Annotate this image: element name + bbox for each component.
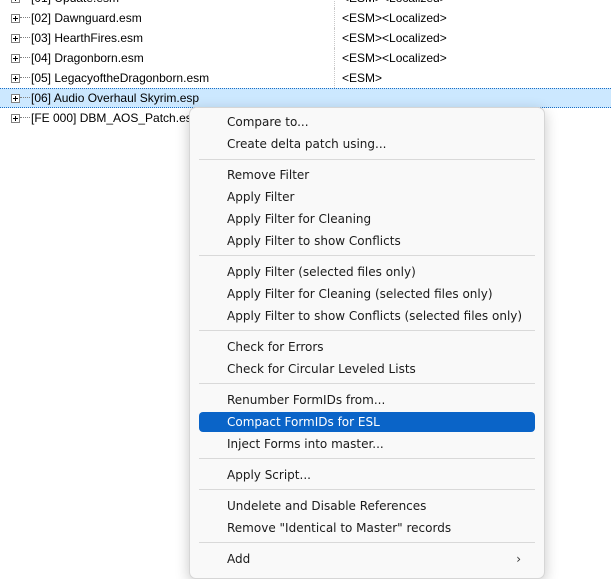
menu-item-apply-filter[interactable]: Apply Filter: [199, 187, 535, 207]
tree-connector: [20, 97, 30, 98]
file-name: [FE 000] DBM_AOS_Patch.esp: [31, 111, 199, 125]
menu-separator: [199, 542, 535, 543]
column-divider: [334, 48, 335, 68]
context-menu: Compare to... Create delta patch using..…: [189, 107, 545, 579]
menu-item-apply-script[interactable]: Apply Script...: [199, 465, 535, 485]
menu-item-undelete-disable-references[interactable]: Undelete and Disable References: [199, 496, 535, 516]
column-divider: [334, 28, 335, 48]
menu-separator: [199, 255, 535, 256]
expand-plus-icon[interactable]: [11, 34, 20, 43]
menu-separator: [199, 458, 535, 459]
expand-plus-icon[interactable]: [11, 0, 20, 3]
menu-separator: [199, 159, 535, 160]
menu-item-remove-itm-records[interactable]: Remove "Identical to Master" records: [199, 518, 535, 538]
menu-item-renumber-formids[interactable]: Renumber FormIDs from...: [199, 390, 535, 410]
tree-connector: [20, 17, 30, 18]
tree-connector: [20, 77, 30, 78]
file-name: [02] Dawnguard.esm: [31, 11, 142, 25]
column-divider: [334, 0, 335, 8]
menu-item-apply-filter-cleaning-selected[interactable]: Apply Filter for Cleaning (selected file…: [199, 284, 535, 304]
file-flags: <ESM>: [342, 71, 383, 85]
menu-item-create-delta-patch[interactable]: Create delta patch using...: [199, 134, 535, 154]
file-flags: <ESM><Localized>: [342, 51, 447, 65]
tree-row-update[interactable]: [01] Update.esm <ESM><Localized>: [0, 0, 611, 8]
tree-connector: [20, 57, 30, 58]
menu-item-check-circular-leveled-lists[interactable]: Check for Circular Leveled Lists: [199, 359, 535, 379]
file-name: [05] LegacyoftheDragonborn.esm: [31, 71, 210, 85]
menu-item-add[interactable]: Add ›: [199, 549, 535, 569]
menu-item-compact-formids-esl[interactable]: Compact FormIDs for ESL: [199, 412, 535, 432]
menu-item-check-errors[interactable]: Check for Errors: [199, 337, 535, 357]
expand-plus-icon[interactable]: [11, 14, 20, 23]
menu-item-apply-filter-cleaning[interactable]: Apply Filter for Cleaning: [199, 209, 535, 229]
tree-row-dragonborn[interactable]: [04] Dragonborn.esm <ESM><Localized>: [0, 48, 611, 68]
tree-row-hearthfires[interactable]: [03] HearthFires.esm <ESM><Localized>: [0, 28, 611, 48]
menu-separator: [199, 330, 535, 331]
tree-connector: [20, 117, 30, 118]
menu-item-add-label: Add: [227, 552, 251, 566]
menu-item-apply-filter-conflicts[interactable]: Apply Filter to show Conflicts: [199, 231, 535, 251]
chevron-right-icon: ›: [516, 552, 521, 566]
menu-item-remove-filter[interactable]: Remove Filter: [199, 165, 535, 185]
file-name: [03] HearthFires.esm: [31, 31, 144, 45]
file-flags: <ESM><Localized>: [342, 0, 447, 8]
column-divider: [334, 68, 335, 88]
menu-separator: [199, 383, 535, 384]
expand-plus-icon[interactable]: [11, 54, 20, 63]
menu-item-inject-forms[interactable]: Inject Forms into master...: [199, 434, 535, 454]
menu-item-apply-filter-conflicts-selected[interactable]: Apply Filter to show Conflicts (selected…: [199, 306, 535, 326]
expand-plus-icon[interactable]: [11, 74, 20, 83]
menu-separator: [199, 489, 535, 490]
file-name: [04] Dragonborn.esm: [31, 51, 144, 65]
column-divider: [334, 8, 335, 28]
tree-row-audio-overhaul-selected[interactable]: [06] Audio Overhaul Skyrim.esp: [0, 88, 611, 108]
file-name: [06] Audio Overhaul Skyrim.esp: [31, 91, 200, 105]
file-flags: <ESM><Localized>: [342, 11, 447, 25]
tree-connector: [20, 37, 30, 38]
menu-item-apply-filter-selected[interactable]: Apply Filter (selected files only): [199, 262, 535, 282]
file-name: [01] Update.esm: [31, 0, 119, 8]
file-flags: <ESM><Localized>: [342, 31, 447, 45]
expand-plus-icon[interactable]: [11, 114, 20, 123]
expand-plus-icon[interactable]: [11, 94, 20, 103]
tree-row-legacy[interactable]: [05] LegacyoftheDragonborn.esm <ESM>: [0, 68, 611, 88]
tree-row-dawnguard[interactable]: [02] Dawnguard.esm <ESM><Localized>: [0, 8, 611, 28]
menu-item-compare-to[interactable]: Compare to...: [199, 112, 535, 132]
